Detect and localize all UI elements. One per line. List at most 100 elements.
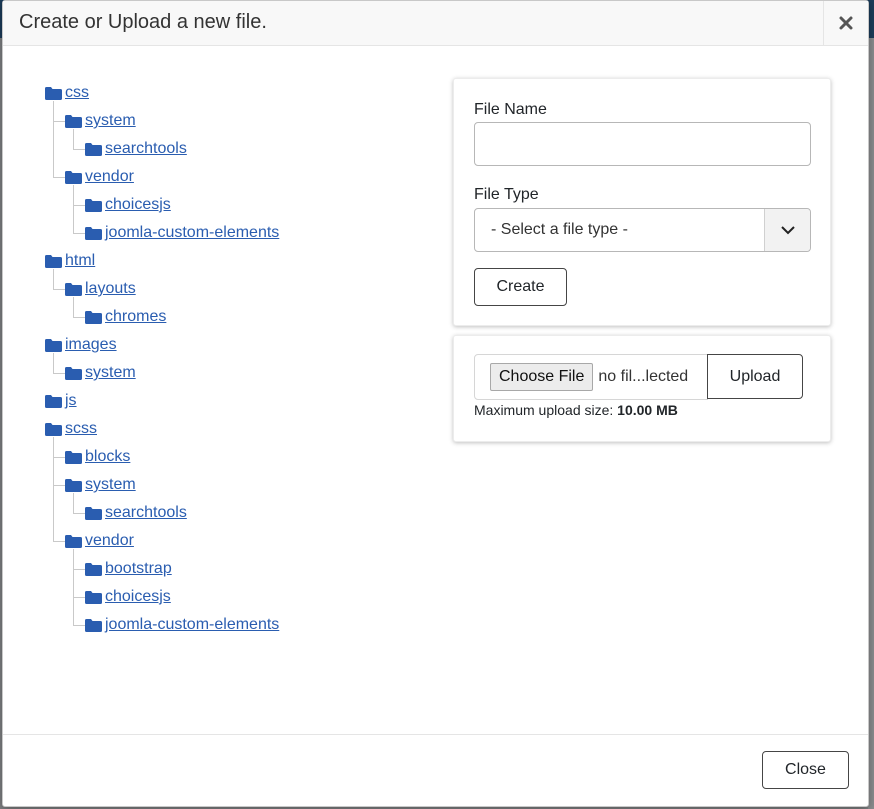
choose-file-button[interactable]: Choose File [490, 363, 594, 391]
folder-icon [85, 618, 102, 632]
tree-connector [73, 513, 85, 514]
modal-header: Create or Upload a new file. [3, 1, 868, 46]
tree-item-link[interactable]: vendor [85, 168, 134, 186]
tree-connector [53, 101, 54, 177]
tree-connector [73, 625, 85, 626]
tree-connector [73, 493, 74, 513]
tree-item[interactable]: system [65, 107, 136, 135]
folder-icon [85, 198, 102, 212]
tree-connector [73, 569, 85, 570]
tree-item[interactable]: searchtools [85, 499, 187, 527]
tree-item[interactable]: vendor [65, 163, 134, 191]
tree-connector [53, 269, 54, 289]
upload-button[interactable]: Upload [707, 354, 803, 399]
folder-icon [65, 478, 82, 492]
tree-item[interactable]: layouts [65, 275, 136, 303]
create-upload-modal: Create or Upload a new file. css system se… [2, 0, 869, 807]
tree-item-link[interactable]: layouts [85, 280, 136, 298]
file-type-label: File Type [474, 186, 539, 203]
tree-item-link[interactable]: vendor [85, 532, 134, 550]
upload-file-panel: Choose File no fil...lected Upload Maxim… [453, 335, 831, 442]
tree-item[interactable]: blocks [65, 443, 130, 471]
tree-item-link[interactable]: searchtools [105, 504, 187, 522]
tree-item-link[interactable]: css [65, 84, 89, 102]
folder-icon [45, 422, 62, 436]
tree-connector [73, 233, 85, 234]
tree-item[interactable]: bootstrap [85, 555, 172, 583]
tree-item[interactable]: choicesjs [85, 191, 171, 219]
tree-item-link[interactable]: images [65, 336, 117, 354]
folder-icon [65, 282, 82, 296]
max-size-value: 10.00 MB [617, 402, 678, 418]
close-icon [839, 16, 853, 30]
tree-item-link[interactable]: bootstrap [105, 560, 172, 578]
folder-icon [65, 366, 82, 380]
tree-item[interactable]: js [45, 387, 77, 415]
tree-item[interactable]: css [45, 79, 89, 107]
folder-icon [85, 142, 102, 156]
tree-item[interactable]: vendor [65, 527, 134, 555]
tree-item[interactable]: joomla-custom-elements [85, 611, 279, 639]
file-chooser: Choose File no fil...lected [474, 354, 708, 400]
close-button[interactable]: Close [762, 751, 849, 789]
tree-item-link[interactable]: searchtools [105, 140, 187, 158]
create-file-panel: File Name File Type - Select a file type… [453, 78, 831, 326]
modal-footer: Close [3, 734, 868, 806]
tree-item-link[interactable]: joomla-custom-elements [105, 616, 279, 634]
tree-connector [53, 177, 65, 178]
tree-connector [73, 185, 74, 233]
file-type-selected-value: - Select a file type - [491, 221, 628, 238]
tree-item-link[interactable]: choicesjs [105, 196, 171, 214]
folder-icon [85, 562, 102, 576]
tree-item[interactable]: system [65, 359, 136, 387]
folder-icon [45, 394, 62, 408]
modal-close-button[interactable] [823, 1, 868, 45]
tree-connector [53, 121, 65, 122]
tree-connector [53, 541, 65, 542]
tree-item-link[interactable]: system [85, 476, 136, 494]
max-size-label: Maximum upload size: [474, 402, 614, 418]
select-caret [764, 209, 810, 251]
file-name-label: File Name [474, 101, 547, 118]
tree-connector [53, 289, 65, 290]
folder-icon [45, 338, 62, 352]
tree-item[interactable]: system [65, 471, 136, 499]
folder-icon [65, 114, 82, 128]
tree-item-link[interactable]: js [65, 392, 77, 410]
folder-icon [65, 450, 82, 464]
tree-connector [73, 549, 74, 625]
file-status-text: no fil...lected [598, 368, 689, 385]
tree-item-link[interactable]: system [85, 112, 136, 130]
folder-icon [65, 170, 82, 184]
create-button[interactable]: Create [474, 268, 567, 306]
tree-connector [53, 485, 65, 486]
tree-connector [73, 205, 85, 206]
chevron-down-icon [780, 226, 795, 235]
file-name-input[interactable] [474, 122, 811, 166]
tree-item-link[interactable]: scss [65, 420, 97, 438]
max-upload-size: Maximum upload size: 10.00 MB [474, 402, 678, 418]
tree-connector [73, 297, 74, 317]
tree-connector [73, 129, 74, 149]
tree-item-link[interactable]: html [65, 252, 95, 270]
tree-connector [73, 149, 85, 150]
tree-item-link[interactable]: blocks [85, 448, 130, 466]
tree-item[interactable]: chromes [85, 303, 166, 331]
folder-icon [85, 310, 102, 324]
folder-icon [45, 86, 62, 100]
tree-connector [73, 317, 85, 318]
tree-item[interactable]: images [45, 331, 117, 359]
tree-item[interactable]: joomla-custom-elements [85, 219, 279, 247]
folder-icon [85, 590, 102, 604]
tree-connector [53, 437, 54, 541]
tree-item[interactable]: searchtools [85, 135, 187, 163]
tree-item-link[interactable]: joomla-custom-elements [105, 224, 279, 242]
tree-connector [53, 457, 65, 458]
tree-connector [53, 373, 65, 374]
tree-item-link[interactable]: system [85, 364, 136, 382]
folder-icon [85, 226, 102, 240]
tree-item-link[interactable]: chromes [105, 308, 166, 326]
file-type-select[interactable]: - Select a file type - [474, 208, 811, 252]
tree-item-link[interactable]: choicesjs [105, 588, 171, 606]
tree-item[interactable]: choicesjs [85, 583, 171, 611]
